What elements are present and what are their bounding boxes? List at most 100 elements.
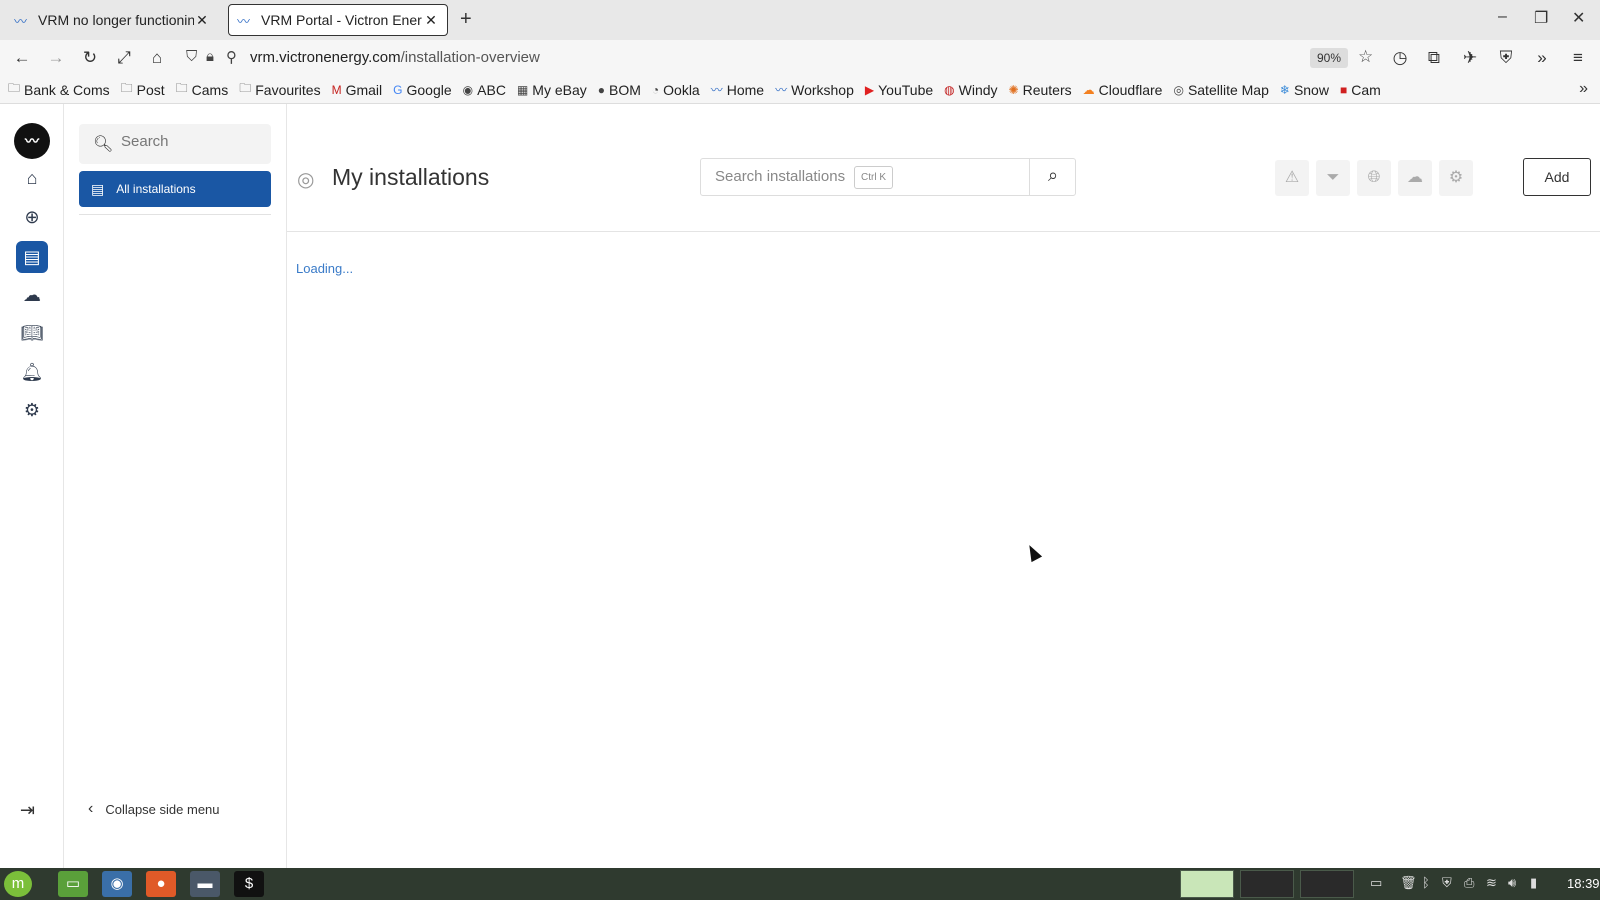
main-content: ◎ My installations Ctrl K ⌕ ⚠ ⏷ 🌐︎ ☁ ⚙ A… [287, 104, 1600, 868]
bookmark-bank-coms[interactable]: 🗀︎ Bank & Coms [8, 79, 110, 100]
settings-sliders-icon[interactable]: ⚙ [16, 394, 48, 426]
installation-search-input[interactable] [715, 168, 855, 185]
screenshot-app-icon[interactable]: ◉ [102, 871, 132, 897]
close-window-icon[interactable]: ✕ [1572, 8, 1585, 28]
window-app-icon[interactable]: ▬ [190, 871, 220, 897]
cloud-download-icon[interactable]: ☁ [1398, 160, 1432, 196]
bookmark-youtube[interactable]: ▶ YouTube [865, 82, 933, 98]
globe-icon[interactable]: 🌐︎ [1357, 160, 1391, 196]
ublock-icon[interactable]: ⛨ [1494, 46, 1518, 70]
book-icon[interactable]: 📖︎ [16, 317, 48, 349]
bookmark-label: Cams [191, 81, 229, 98]
url-bar[interactable]: ⛉ 🔒︎ ⚲ vrm.victronenergy.com/installatio… [178, 44, 1373, 72]
bookmark-my-ebay[interactable]: ▦ My eBay [517, 82, 587, 98]
alarm-warning-icon[interactable]: ⚠ [1275, 160, 1309, 196]
zoom-indicator[interactable]: 90% [1310, 48, 1348, 68]
bookmark-ookla[interactable]: ◔ Ookla [652, 82, 700, 98]
side-menu: 🔍︎ ▤ All installations ‹ Collapse side m… [64, 104, 287, 868]
bluetooth-icon[interactable]: ᛒ [1422, 875, 1430, 890]
bookmark-label: Snow [1293, 81, 1329, 98]
printer-icon[interactable]: ⎙ [1464, 875, 1474, 891]
bookmark-snow[interactable]: ❄ Snow [1280, 82, 1329, 98]
home-icon[interactable]: ⌂ [145, 46, 169, 70]
collapse-side-menu-button[interactable]: ‹ Collapse side menu [88, 800, 220, 818]
filter-icon[interactable]: ⏷ [1316, 160, 1350, 196]
fullscreen-icon[interactable]: ⤢ [112, 46, 136, 70]
browser-tab-bar: 〰 VRM no longer functionin ✕ 〰 VRM Porta… [0, 0, 1600, 40]
shield-tray-icon[interactable]: ⛨ [1442, 875, 1452, 891]
bookmark-bom[interactable]: ● BOM [598, 82, 641, 98]
add-button[interactable]: Add [1523, 158, 1591, 196]
battery-icon[interactable]: ▮ [1530, 875, 1537, 891]
side-search[interactable]: 🔍︎ [79, 124, 271, 164]
installation-search[interactable]: Ctrl K ⌕ [700, 158, 1076, 196]
minimize-icon[interactable]: – [1498, 8, 1507, 26]
menu-icon[interactable]: ≡ [1566, 46, 1590, 70]
home-icon[interactable]: ⌂ [16, 162, 48, 194]
shield-icon[interactable]: ⛉ [186, 48, 197, 65]
bookmark-reuters[interactable]: ✺ Reuters [1009, 82, 1072, 98]
cloud-upload-icon[interactable]: ☁ [16, 279, 48, 311]
bookmark-gmail[interactable]: M Gmail [332, 82, 383, 98]
bell-icon[interactable]: 🔔︎ [16, 356, 48, 388]
bookmark-cams[interactable]: 🗀︎ Cams [176, 79, 229, 100]
google-icon: G [393, 82, 403, 97]
folder-icon: 🗀︎ [8, 81, 21, 95]
side-search-input[interactable] [121, 133, 261, 150]
bookmark-cloudflare[interactable]: ☁ Cloudflare [1083, 82, 1163, 98]
wifi-icon[interactable]: ≋ [1486, 875, 1497, 891]
workspace-1[interactable] [1180, 870, 1234, 898]
reload-icon[interactable]: ↻ [78, 46, 102, 70]
bookmark-label: YouTube [878, 81, 934, 98]
restore-icon[interactable]: ❐ [1534, 8, 1548, 28]
bookmark-windy[interactable]: ◍ Windy [944, 82, 997, 98]
mint-menu-icon[interactable]: m [4, 871, 32, 897]
bookmark-star-icon[interactable]: ☆ [1358, 47, 1373, 67]
lock-icon[interactable]: 🔒︎ [206, 48, 214, 65]
folder-icon: 🗀︎ [120, 81, 133, 95]
column-settings-icon[interactable]: ⚙ [1439, 160, 1473, 196]
permissions-icon[interactable]: ⚲ [226, 48, 237, 66]
bookmark-satellite-map[interactable]: ◎ Satellite Map [1173, 82, 1268, 98]
installations-icon[interactable]: ▤ [16, 241, 48, 273]
extensions-icon[interactable]: ⧉ [1422, 46, 1446, 70]
tab-title: VRM no longer functionin [38, 12, 194, 28]
bookmarks-overflow-icon[interactable]: » [1579, 80, 1588, 98]
bookmark-abc[interactable]: ◉ ABC [463, 82, 506, 98]
trash-icon[interactable]: 🗑︎ [1400, 875, 1417, 891]
forward-icon[interactable]: → [44, 46, 68, 70]
bookmark-home[interactable]: 〰 Home [711, 81, 764, 98]
logout-icon[interactable]: ⇥ [20, 800, 35, 821]
bookmark-label: Post [136, 81, 165, 98]
bom-icon: ● [597, 82, 605, 97]
history-icon[interactable]: ◷ [1388, 46, 1412, 70]
browser-tab-active[interactable]: 〰 VRM Portal - Victron Ener ✕ [228, 4, 448, 36]
display-icon[interactable]: ▭ [1370, 875, 1382, 891]
search-button[interactable]: ⌕ [1037, 165, 1069, 189]
overflow-icon[interactable]: » [1530, 46, 1554, 70]
extension-bird-icon[interactable]: ✈ [1458, 46, 1482, 70]
back-icon[interactable]: ← [10, 46, 34, 70]
terminal-icon[interactable]: $ [234, 871, 264, 897]
workspace-3[interactable] [1300, 870, 1354, 898]
browser-tab[interactable]: 〰 VRM no longer functionin ✕ [6, 4, 218, 36]
page-header: ◎ My installations Ctrl K ⌕ ⚠ ⏷ 🌐︎ ☁ ⚙ A… [287, 104, 1600, 232]
close-tab-icon[interactable]: ✕ [423, 12, 439, 29]
new-tab-icon[interactable]: + [460, 8, 472, 31]
victron-logo[interactable]: 〰 [14, 123, 50, 159]
windy-icon: ◍ [944, 82, 955, 97]
close-tab-icon[interactable]: ✕ [194, 12, 210, 29]
firefox-icon[interactable]: ● [146, 871, 176, 897]
volume-icon[interactable]: 🔊︎ [1508, 875, 1516, 891]
all-installations-button[interactable]: ▤ All installations [79, 171, 271, 207]
folder-icon: 🗀︎ [175, 81, 188, 95]
bookmark-favourites[interactable]: 🗀︎ Favourites [239, 79, 320, 100]
bookmark-google[interactable]: G Google [393, 82, 452, 98]
bookmark-post[interactable]: 🗀︎ Post [121, 79, 165, 100]
bookmark-workshop[interactable]: 〰 Workshop [775, 81, 854, 98]
files-icon[interactable]: ▭ [58, 871, 88, 897]
add-circle-icon[interactable]: ⊕ [16, 201, 48, 233]
ookla-icon: ◔ [651, 82, 660, 97]
workspace-2[interactable] [1240, 870, 1294, 898]
bookmark-cam[interactable]: ■ Cam [1340, 82, 1381, 98]
